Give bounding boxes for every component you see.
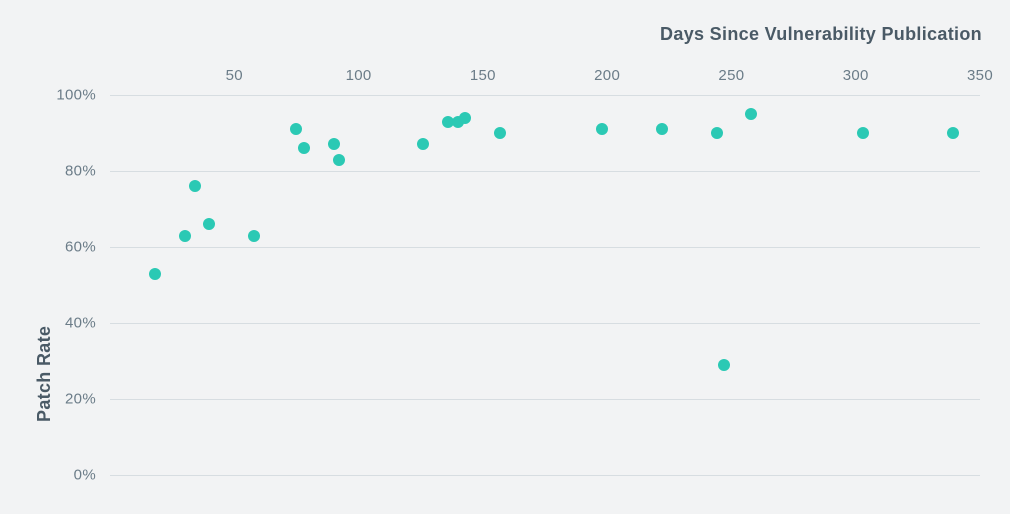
data-point	[857, 127, 869, 139]
x-tick-label: 50	[226, 67, 243, 84]
data-point	[711, 127, 723, 139]
plot-area: 0%20%40%60%80%100%50100150200250300350	[110, 95, 980, 475]
y-tick-label: 100%	[56, 87, 96, 104]
data-point	[290, 123, 302, 135]
gridline	[110, 475, 980, 476]
y-tick-label: 60%	[65, 239, 96, 256]
data-point	[947, 127, 959, 139]
chart-container: Days Since Vulnerability Publication Pat…	[0, 0, 1010, 514]
data-point	[745, 108, 757, 120]
data-point	[149, 268, 161, 280]
data-point	[248, 230, 260, 242]
data-point	[459, 112, 471, 124]
gridline	[110, 95, 980, 96]
gridline	[110, 247, 980, 248]
data-point	[417, 138, 429, 150]
data-point	[596, 123, 608, 135]
data-point	[189, 180, 201, 192]
x-tick-label: 200	[594, 67, 620, 84]
y-tick-label: 0%	[74, 467, 96, 484]
data-point	[328, 138, 340, 150]
x-axis-title: Days Since Vulnerability Publication	[660, 24, 982, 45]
y-axis-title: Patch Rate	[34, 326, 55, 422]
y-tick-label: 80%	[65, 163, 96, 180]
data-point	[656, 123, 668, 135]
gridline	[110, 399, 980, 400]
data-point	[203, 218, 215, 230]
gridline	[110, 171, 980, 172]
data-point	[494, 127, 506, 139]
y-tick-label: 40%	[65, 315, 96, 332]
x-tick-label: 300	[843, 67, 869, 84]
x-tick-label: 150	[470, 67, 496, 84]
data-point	[298, 142, 310, 154]
data-point	[179, 230, 191, 242]
y-tick-label: 20%	[65, 391, 96, 408]
x-tick-label: 350	[967, 67, 993, 84]
x-tick-label: 250	[718, 67, 744, 84]
data-point	[718, 359, 730, 371]
x-tick-label: 100	[346, 67, 372, 84]
gridline	[110, 323, 980, 324]
data-point	[333, 154, 345, 166]
